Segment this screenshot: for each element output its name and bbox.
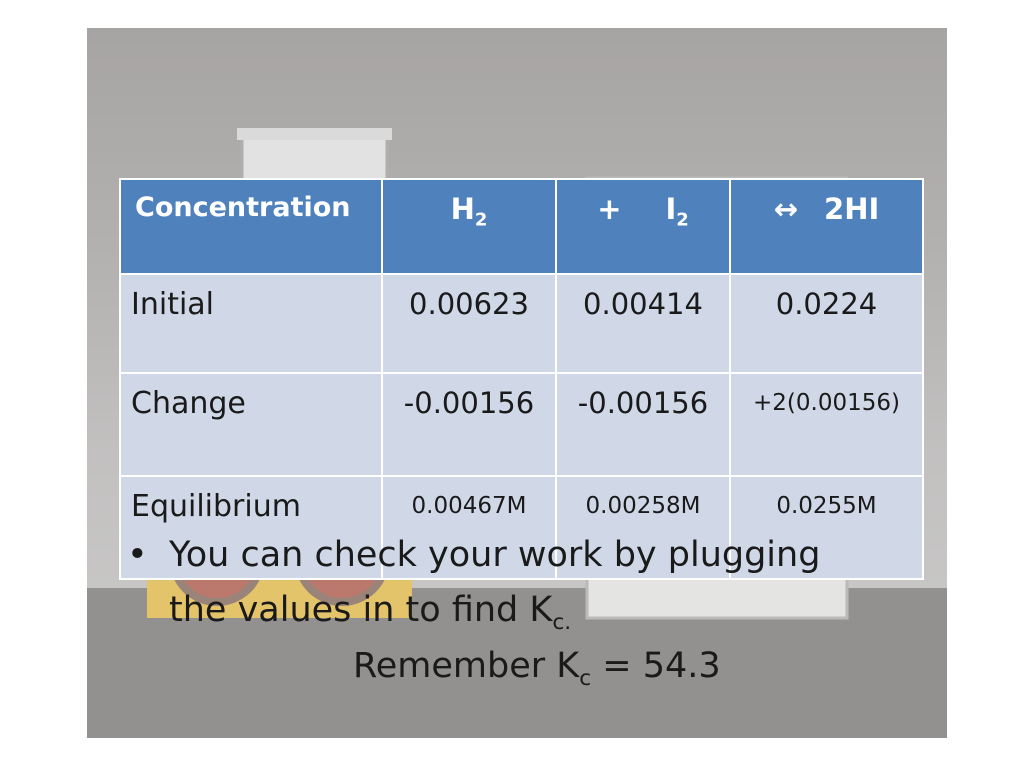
header-concentration: Concentration (119, 178, 383, 275)
table-row: Change -0.00156 -0.00156 +2(0.00156) (119, 372, 924, 477)
header-row: Concentration H2 + I2 ↔ 2HI (119, 178, 924, 275)
remember-line: Remember Kc = 54.3 (353, 646, 721, 690)
remember-subscript: c (579, 666, 592, 692)
hi-value: +2(0.00156) (729, 372, 924, 477)
header-h2: H2 (381, 178, 557, 275)
concentration-table: Concentration H2 + I2 ↔ 2HI Initial 0.0062… (119, 178, 924, 580)
i2-value: 0.00414 (555, 273, 731, 374)
i2-subscript: 2 (676, 209, 689, 231)
h2-value: -0.00156 (381, 372, 557, 477)
i2-value: -0.00156 (555, 372, 731, 477)
h2-subscript: 2 (474, 209, 488, 231)
i2-symbol: I (665, 192, 677, 226)
hi-symbol: 2HI (824, 192, 880, 226)
header-i2: + I2 (555, 178, 731, 275)
row-label: Change (119, 372, 383, 477)
plus-sign: + (597, 192, 622, 226)
h2-symbol: H (450, 192, 475, 226)
table-row: Initial 0.00623 0.00414 0.0224 (119, 273, 924, 374)
remember-prefix: Remember K (353, 646, 580, 686)
bullet-marker: • (127, 535, 148, 575)
remember-value: = 54.3 (591, 646, 721, 686)
bullet-point: • You can check your work by plugging th… (127, 528, 887, 638)
bullet-body: You can check your work by plugging the … (169, 535, 821, 630)
hi-value: 0.0224 (729, 273, 924, 374)
kc-subscript: c. (552, 610, 572, 636)
slide: Concentration H2 + I2 ↔ 2HI Initial 0.0062… (87, 28, 947, 738)
equilibrium-arrow-icon: ↔ (773, 192, 799, 226)
header-2hi: ↔ 2HI (729, 178, 924, 275)
h2-value: 0.00623 (381, 273, 557, 374)
row-label: Initial (119, 273, 383, 374)
bullet-text: You can check your work by plugging the … (169, 528, 887, 638)
